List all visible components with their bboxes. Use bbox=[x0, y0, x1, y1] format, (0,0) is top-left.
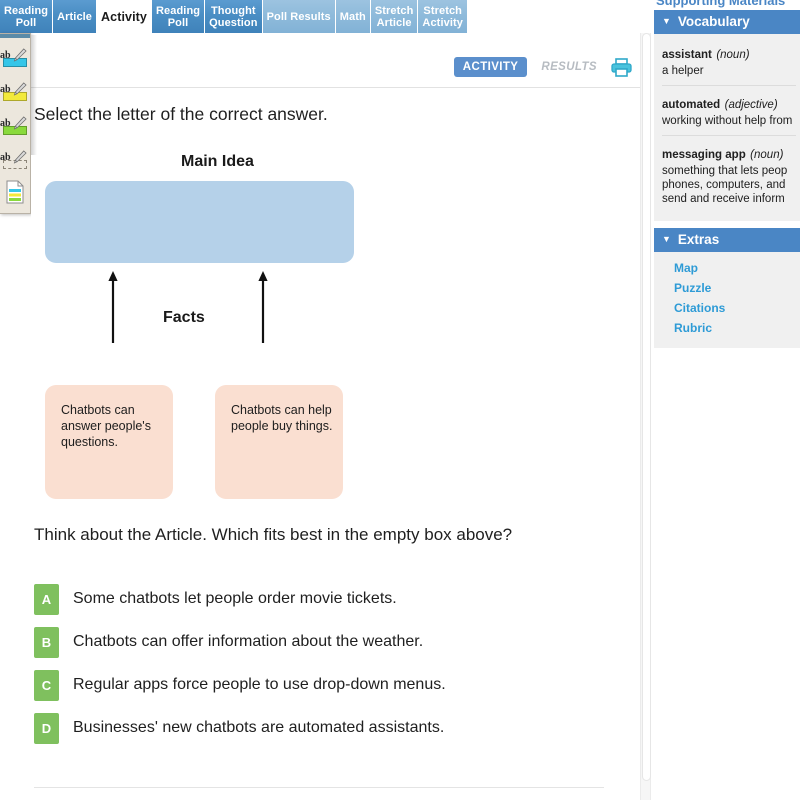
tab-label: Reading Poll bbox=[4, 4, 49, 29]
option-letter-badge: A bbox=[34, 584, 59, 615]
option-text: Businesses' new chatbots are automated a… bbox=[73, 719, 445, 736]
tab-article[interactable]: Article bbox=[53, 0, 98, 33]
tab-label: Article bbox=[57, 10, 93, 23]
tab-reading-poll-2[interactable]: Reading Poll bbox=[152, 0, 206, 33]
pen-icon bbox=[13, 150, 27, 164]
vocabulary-definition: working without help from bbox=[662, 115, 793, 127]
tab-label: Poll Results bbox=[266, 10, 331, 23]
extras-link-puzzle[interactable]: Puzzle bbox=[662, 278, 796, 298]
fact-box-1: Chatbots can answer people's questions. bbox=[45, 385, 173, 499]
question-text: Think about the Article. Which fits best… bbox=[34, 525, 513, 544]
answer-option-b[interactable]: B Chatbots can offer information about t… bbox=[34, 626, 614, 669]
tab-poll-results[interactable]: Poll Results bbox=[262, 0, 336, 33]
document-icon bbox=[6, 180, 24, 204]
vocabulary-entry: messaging app (noun) something that lets… bbox=[662, 135, 796, 213]
tab-stretch-activity[interactable]: Stretch Activity bbox=[418, 0, 468, 33]
extras-link-map[interactable]: Map bbox=[662, 258, 796, 278]
tab-label: Thought Question bbox=[209, 4, 258, 29]
vocabulary-part-of-speech: (noun) bbox=[750, 149, 784, 161]
toolbar-divider bbox=[31, 87, 640, 88]
vocabulary-word: automated bbox=[662, 99, 721, 111]
extras-panel-body: Map Puzzle Citations Rubric bbox=[654, 252, 800, 348]
vocabulary-entry: automated (adjective) working without he… bbox=[662, 85, 796, 135]
activity-results-toolbar: ACTIVITY RESULTS bbox=[453, 57, 632, 77]
highlighter-clear-button[interactable]: ab bbox=[0, 140, 30, 174]
tab-math[interactable]: Math bbox=[335, 0, 371, 33]
vocabulary-header-label: Vocabulary bbox=[677, 14, 750, 29]
tab-stretch-article[interactable]: Stretch Article bbox=[370, 0, 419, 33]
vocabulary-panel: ▼ Vocabulary assistant (noun) a helper a… bbox=[654, 10, 800, 221]
pen-icon bbox=[13, 48, 27, 62]
tab-label: Reading Poll bbox=[156, 4, 201, 29]
option-text: Regular apps force people to use drop-do… bbox=[73, 676, 446, 693]
tab-label: Stretch Activity bbox=[422, 4, 463, 29]
main-idea-title: Main Idea bbox=[181, 153, 254, 170]
vocabulary-panel-header[interactable]: ▼ Vocabulary bbox=[654, 10, 800, 34]
tab-label: Activity bbox=[101, 9, 147, 24]
option-letter-badge: D bbox=[34, 713, 59, 744]
extras-panel: ▼ Extras Map Puzzle Citations Rubric bbox=[654, 228, 800, 348]
scrollbar-thumb[interactable] bbox=[642, 33, 651, 781]
activity-main-panel: ACTIVITY RESULTS Select the letter of th… bbox=[31, 35, 640, 800]
highlighter-yellow-button[interactable]: ab bbox=[0, 72, 30, 106]
extras-link-rubric[interactable]: Rubric bbox=[662, 318, 796, 338]
highlighter-palette: ab ab ab ab bbox=[0, 33, 31, 214]
extras-header-label: Extras bbox=[677, 232, 720, 247]
chevron-down-icon: ▼ bbox=[662, 16, 671, 26]
fact-text-1: Chatbots can answer people's questions. bbox=[61, 403, 151, 449]
vocabulary-word: messaging app bbox=[662, 149, 746, 161]
printer-icon bbox=[611, 57, 632, 77]
highlighter-cyan-button[interactable]: ab bbox=[0, 38, 30, 72]
tab-activity[interactable]: Activity bbox=[97, 0, 152, 33]
panel-edge-shadow bbox=[31, 35, 37, 155]
tab-thought-question[interactable]: Thought Question bbox=[205, 0, 263, 33]
supporting-materials-title: Supporting Materials bbox=[656, 0, 786, 8]
option-letter-badge: B bbox=[34, 627, 59, 658]
facts-title: Facts bbox=[163, 309, 205, 326]
main-scrollbar[interactable] bbox=[640, 33, 651, 800]
main-idea-answer-box[interactable] bbox=[45, 181, 354, 263]
vocabulary-word: assistant bbox=[662, 49, 712, 61]
pen-icon bbox=[13, 82, 27, 96]
answer-option-a[interactable]: A Some chatbots let people order movie t… bbox=[34, 583, 614, 626]
main-idea-diagram: Main Idea Facts Chatbots can answer peop… bbox=[31, 153, 640, 523]
fact-box-2: Chatbots can help people buy things. bbox=[215, 385, 343, 499]
content-bottom-divider bbox=[34, 787, 604, 788]
tab-label: Math bbox=[339, 10, 366, 23]
vocabulary-definition: a helper bbox=[662, 65, 704, 77]
answer-options-list: A Some chatbots let people order movie t… bbox=[34, 583, 614, 755]
arrow-up-icon-1 bbox=[108, 271, 118, 343]
tab-reading-poll-1[interactable]: Reading Poll bbox=[0, 0, 54, 33]
arrow-up-icon-2 bbox=[258, 271, 268, 343]
print-button[interactable] bbox=[611, 57, 632, 77]
answer-option-c[interactable]: C Regular apps force people to use drop-… bbox=[34, 669, 614, 712]
activity-prompt: Select the letter of the correct answer. bbox=[34, 104, 328, 124]
vocabulary-definition: something that lets peop phones, compute… bbox=[662, 165, 788, 205]
vocabulary-panel-body: assistant (noun) a helper automated (adj… bbox=[654, 34, 800, 221]
activity-toggle-button[interactable]: ACTIVITY bbox=[453, 57, 528, 77]
fact-text-2: Chatbots can help people buy things. bbox=[231, 403, 333, 433]
extras-panel-header[interactable]: ▼ Extras bbox=[654, 228, 800, 252]
highlighter-green-button[interactable]: ab bbox=[0, 106, 30, 140]
answer-option-d[interactable]: D Businesses' new chatbots are automated… bbox=[34, 712, 614, 755]
option-text: Chatbots can offer information about the… bbox=[73, 633, 424, 650]
tab-bar: Reading Poll Article Activity Reading Po… bbox=[0, 0, 640, 33]
chevron-down-icon: ▼ bbox=[662, 234, 671, 244]
supporting-materials-sidebar: Supporting Materials ▼ Vocabulary assist… bbox=[652, 0, 800, 800]
tab-label: Stretch Article bbox=[374, 4, 414, 29]
vocabulary-part-of-speech: (adjective) bbox=[724, 99, 778, 111]
pen-icon bbox=[13, 116, 27, 130]
vocabulary-entry: assistant (noun) a helper bbox=[662, 41, 796, 85]
option-letter-badge: C bbox=[34, 670, 59, 701]
extras-link-citations[interactable]: Citations bbox=[662, 298, 796, 318]
option-text: Some chatbots let people order movie tic… bbox=[73, 590, 397, 607]
vocabulary-part-of-speech: (noun) bbox=[716, 49, 750, 61]
results-toggle-button[interactable]: RESULTS bbox=[541, 61, 597, 73]
notes-document-button[interactable] bbox=[0, 174, 30, 210]
